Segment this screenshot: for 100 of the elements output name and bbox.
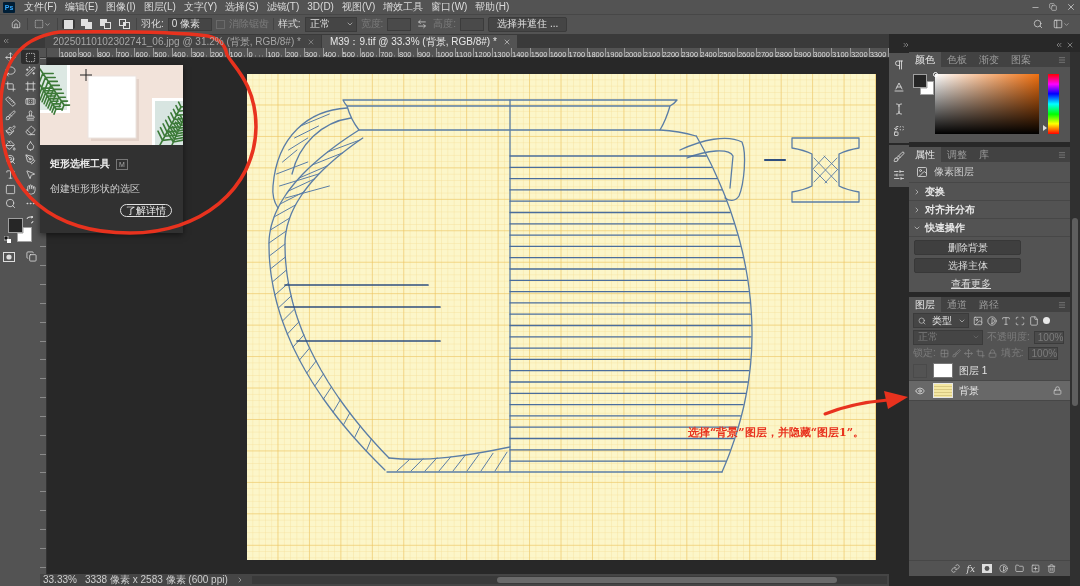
close-icon	[1066, 2, 1076, 12]
feather-field[interactable]: 0 像素	[167, 17, 212, 31]
double-chevron-icon[interactable]	[902, 41, 910, 49]
file-icon[interactable]	[1029, 315, 1039, 326]
menu-item[interactable]: 窗口(W)	[427, 0, 472, 14]
frame-corners-icon[interactable]	[1015, 315, 1025, 326]
tooltip-description: 创建矩形形状的选区	[50, 182, 141, 196]
sliders-icon[interactable]	[893, 169, 905, 181]
swap-icon	[417, 19, 428, 29]
menu-icon	[1058, 300, 1066, 309]
masked-square-icon	[3, 251, 15, 262]
quick-action-button[interactable]: 删除背景	[914, 240, 1021, 255]
image-icon	[916, 166, 928, 178]
link-icon[interactable]	[950, 564, 960, 573]
folder-icon[interactable]	[1015, 564, 1024, 573]
layer-name: 图层 1	[959, 363, 988, 378]
menu-item[interactable]: 文件(F)	[20, 0, 61, 14]
selection-mode-button[interactable]	[79, 19, 94, 29]
menu-item[interactable]: 编辑(E)	[60, 0, 103, 14]
checker-icon[interactable]	[939, 348, 949, 358]
trash-icon[interactable]	[1047, 564, 1056, 573]
selection-mode-button[interactable]	[62, 19, 75, 29]
menu-item[interactable]: 选择(S)	[221, 0, 263, 14]
menu-item[interactable]: 视图(V)	[337, 0, 380, 14]
menu-icon	[1058, 55, 1066, 64]
feather-label: 羽化:	[141, 18, 164, 30]
home-icon	[11, 19, 21, 29]
letter-a-icon[interactable]	[893, 81, 905, 93]
tool-button[interactable]	[21, 50, 39, 64]
half-circle-icon[interactable]	[999, 564, 1008, 573]
text-cursor-icon[interactable]	[893, 103, 905, 115]
menu-item[interactable]: 帮助(H)	[471, 0, 514, 14]
panel-tab[interactable]: 图层	[909, 297, 941, 312]
tool-preset-button[interactable]	[32, 19, 53, 29]
hand-icon	[24, 183, 36, 195]
panel-tab[interactable]: 通道	[941, 297, 973, 312]
search-button[interactable]	[1031, 19, 1045, 29]
plus-square-icon[interactable]	[1031, 564, 1040, 573]
layer-row[interactable]: 背景	[909, 381, 1070, 401]
menu-item[interactable]: 3D(D)	[303, 0, 338, 14]
eye-icon	[915, 385, 925, 396]
panel-tab[interactable]: 色板	[941, 52, 973, 67]
curved-arrow-icon[interactable]	[26, 215, 34, 224]
foreground-swatch-icon[interactable]	[8, 217, 23, 233]
height-field[interactable]	[460, 17, 485, 31]
squares-arrow-icon[interactable]	[893, 125, 905, 137]
frame-icon	[24, 80, 36, 92]
document-tab[interactable]: M39：9.tif @ 33.3% (背景, RGB/8#) *	[321, 35, 517, 48]
scrollbar-thumb[interactable]	[1072, 218, 1078, 406]
view-more-link[interactable]: 查看更多	[951, 277, 991, 291]
panel-tab[interactable]: 库	[973, 147, 995, 162]
paragraph-icon[interactable]	[893, 59, 905, 71]
overlap-square-icon	[119, 19, 130, 29]
select-and-mask-button[interactable]: 选择并遮住 ...	[488, 16, 568, 32]
stamp-icon	[24, 110, 36, 122]
ruler-icon	[4, 95, 16, 107]
panel-tab[interactable]: 调整	[941, 147, 973, 162]
square-icon	[4, 183, 16, 195]
panel-tab[interactable]: 图案	[1005, 52, 1037, 67]
image-icon[interactable]	[973, 315, 983, 326]
tiny-swatches-icon[interactable]	[4, 235, 11, 243]
selection-mode-button[interactable]	[117, 19, 132, 29]
quick-action-button[interactable]: 选择主体	[914, 258, 1021, 273]
double-chevron-icon[interactable]	[1055, 41, 1063, 49]
half-circle-icon[interactable]	[987, 315, 997, 326]
panel-tab[interactable]: 路径	[973, 297, 1005, 312]
menu-item[interactable]: 图像(I)	[102, 0, 140, 14]
triangle-marker-icon[interactable]	[1043, 125, 1047, 131]
width-field[interactable]	[387, 17, 412, 31]
foreground-swatch-icon[interactable]	[913, 74, 927, 88]
selection-mode-button[interactable]	[98, 19, 113, 29]
double-chevron-icon[interactable]	[2, 37, 10, 45]
menu-item[interactable]: 图层(L)	[139, 0, 180, 14]
menu-item[interactable]: 滤镜(T)	[262, 0, 304, 14]
quick-mask-button[interactable]	[0, 249, 18, 264]
restore-icon	[1049, 3, 1057, 11]
close-icon[interactable]	[1066, 41, 1074, 49]
menu-item[interactable]: 增效工具	[379, 0, 428, 14]
dashed-square-icon	[34, 19, 44, 29]
style-select[interactable]: 正常	[304, 16, 357, 32]
toggle-dot-icon[interactable]	[1043, 317, 1050, 324]
zoom-icon	[4, 198, 16, 210]
brush-icon[interactable]	[893, 151, 905, 163]
panel-tab[interactable]: 渐变	[973, 52, 1005, 67]
menu-item[interactable]: 文字(Y)	[179, 0, 222, 14]
picker-ring-icon[interactable]	[933, 72, 938, 77]
panel-tab[interactable]: 颜色	[909, 52, 941, 67]
color-field[interactable]	[935, 74, 1039, 134]
filled-square-icon	[64, 19, 73, 29]
masked-square-icon[interactable]	[982, 564, 992, 573]
workspace-button[interactable]	[1051, 19, 1072, 29]
effects-button[interactable]: fx	[966, 563, 975, 574]
scrollbar-thumb[interactable]	[496, 577, 837, 583]
home-button[interactable]	[9, 19, 23, 29]
dashed-square-icon	[24, 51, 36, 63]
letter-t-icon[interactable]	[1001, 315, 1011, 326]
filter-select[interactable]: 类型	[913, 313, 969, 328]
close-icon	[306, 37, 315, 46]
panel-tab[interactable]: 属性	[909, 147, 941, 162]
search-icon	[1033, 19, 1043, 29]
